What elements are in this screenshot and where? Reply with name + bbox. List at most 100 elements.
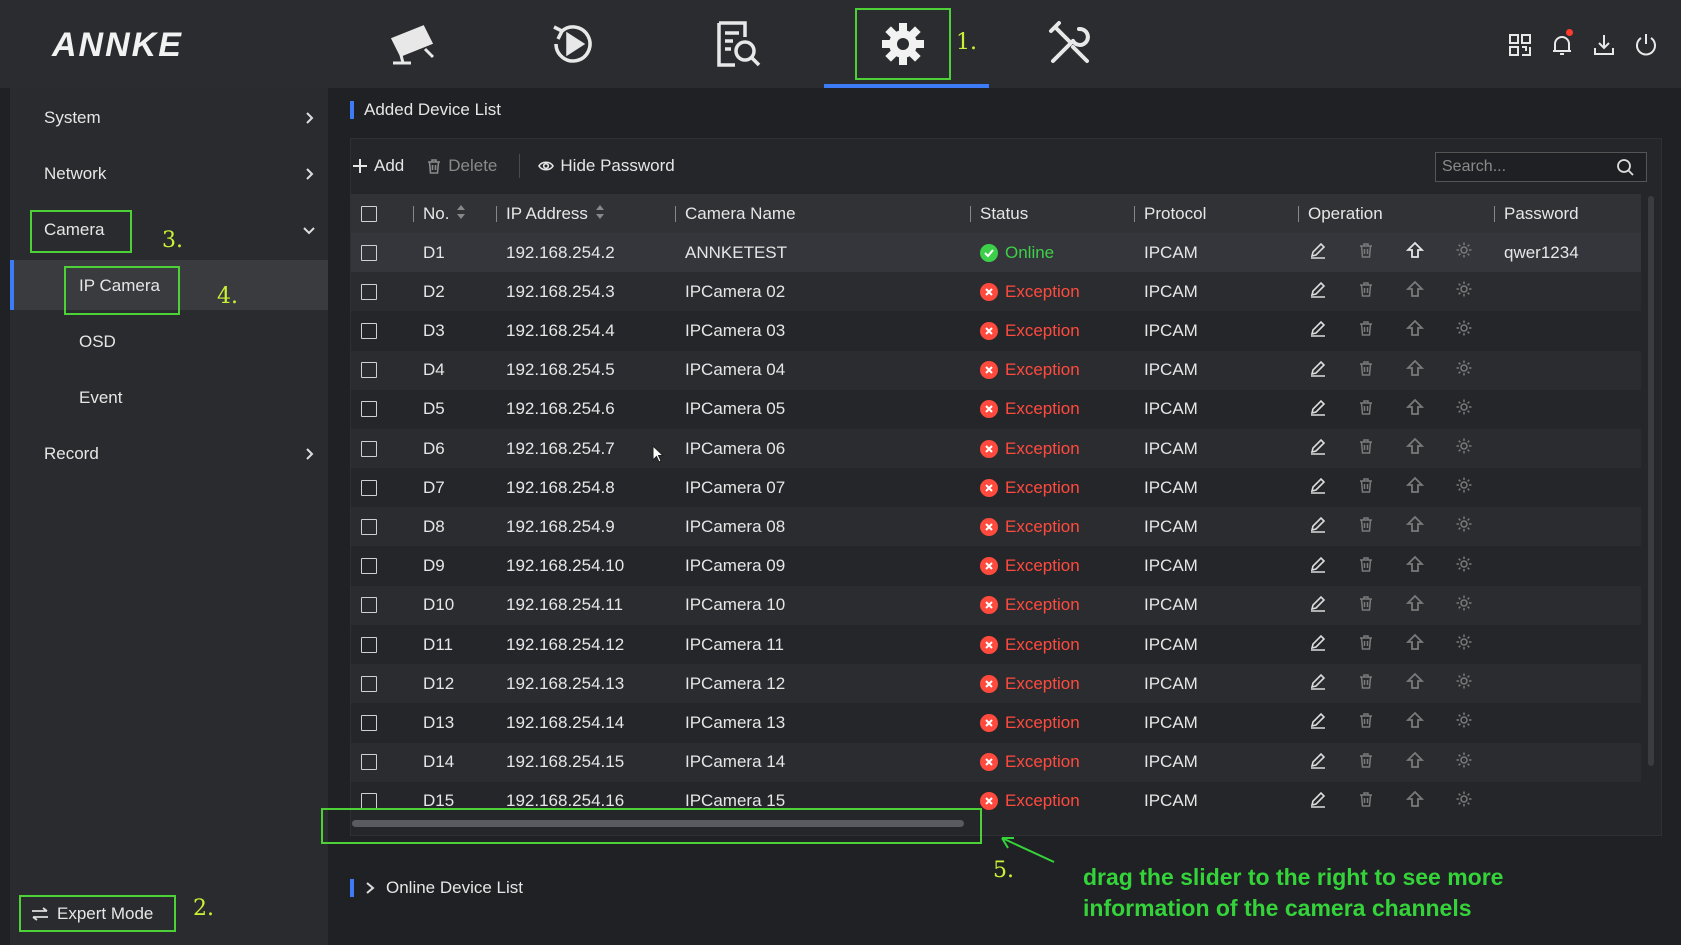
upgrade-button[interactable] — [1405, 272, 1425, 311]
upgrade-button[interactable] — [1405, 311, 1425, 350]
settings-button[interactable] — [1455, 703, 1473, 742]
edit-button[interactable] — [1309, 507, 1327, 546]
table-row[interactable]: D8 192.168.254.9 IPCamera 08 Exception IPCAM — [351, 507, 1641, 547]
edit-button[interactable] — [1309, 272, 1327, 311]
sidebar-item-event[interactable]: Event — [79, 388, 122, 408]
delete-row-button[interactable] — [1357, 272, 1375, 311]
table-row[interactable]: D9 192.168.254.10 IPCamera 09 Exception IPCA… — [351, 546, 1641, 586]
row-checkbox[interactable] — [361, 362, 377, 379]
notifications-button[interactable] — [1549, 32, 1575, 58]
settings-button[interactable] — [1455, 782, 1473, 814]
edit-button[interactable] — [1309, 664, 1327, 703]
edit-button[interactable] — [1309, 547, 1327, 586]
delete-row-button[interactable] — [1357, 311, 1375, 350]
nav-configuration[interactable] — [855, 8, 951, 80]
download-button[interactable] — [1591, 32, 1617, 58]
delete-row-button[interactable] — [1357, 390, 1375, 429]
row-checkbox[interactable] — [361, 244, 377, 261]
sidebar-item-system[interactable]: System — [44, 108, 101, 128]
table-row[interactable]: D12 192.168.254.13 IPCamera 12 Exception IPC… — [351, 664, 1641, 704]
nav-maintenance[interactable] — [1022, 8, 1118, 80]
row-checkbox[interactable] — [361, 322, 377, 339]
upgrade-button[interactable] — [1405, 429, 1425, 468]
delete-row-button[interactable] — [1357, 625, 1375, 664]
delete-row-button[interactable] — [1357, 507, 1375, 546]
delete-row-button[interactable] — [1357, 664, 1375, 703]
settings-button[interactable] — [1455, 272, 1473, 311]
nav-live-view[interactable] — [364, 8, 460, 80]
row-checkbox[interactable] — [361, 793, 377, 810]
edit-button[interactable] — [1309, 311, 1327, 350]
settings-button[interactable] — [1455, 390, 1473, 429]
sidebar-item-record[interactable]: Record — [44, 444, 99, 464]
row-checkbox[interactable] — [361, 518, 377, 535]
settings-button[interactable] — [1455, 311, 1473, 350]
select-all-checkbox[interactable] — [361, 205, 377, 222]
edit-button[interactable] — [1309, 625, 1327, 664]
power-button[interactable] — [1633, 32, 1659, 58]
nav-playback[interactable] — [525, 8, 621, 80]
delete-row-button[interactable] — [1357, 547, 1375, 586]
delete-row-button[interactable] — [1357, 351, 1375, 390]
edit-button[interactable] — [1309, 390, 1327, 429]
table-row[interactable]: D3 192.168.254.4 IPCamera 03 Exception IPCAM — [351, 311, 1641, 351]
table-row[interactable]: D14 192.168.254.15 IPCamera 14 Exception IPC… — [351, 742, 1641, 782]
search-input[interactable] — [1436, 158, 1616, 176]
upgrade-button[interactable] — [1405, 351, 1425, 390]
upgrade-button[interactable] — [1405, 468, 1425, 507]
expert-mode-button[interactable]: Expert Mode — [19, 895, 176, 932]
delete-row-button[interactable] — [1357, 586, 1375, 625]
row-checkbox[interactable] — [361, 636, 377, 653]
edit-button[interactable] — [1309, 703, 1327, 742]
upgrade-button[interactable] — [1405, 586, 1425, 625]
table-row[interactable]: D5 192.168.254.6 IPCamera 05 Exception IPCAM — [351, 389, 1641, 429]
edit-button[interactable] — [1309, 429, 1327, 468]
add-button[interactable]: Add — [352, 156, 404, 176]
online-device-list-toggle[interactable]: Online Device List — [350, 878, 523, 898]
edit-button[interactable] — [1309, 233, 1327, 272]
settings-button[interactable] — [1455, 743, 1473, 782]
upgrade-button[interactable] — [1405, 782, 1425, 814]
vertical-scrollbar[interactable] — [1648, 196, 1654, 766]
delete-row-button[interactable] — [1357, 782, 1375, 814]
nav-search[interactable] — [690, 8, 786, 80]
settings-button[interactable] — [1455, 233, 1473, 272]
settings-button[interactable] — [1455, 507, 1473, 546]
settings-button[interactable] — [1455, 625, 1473, 664]
search-icon[interactable] — [1616, 158, 1634, 176]
row-checkbox[interactable] — [361, 440, 377, 457]
sidebar-item-network[interactable]: Network — [44, 164, 106, 184]
upgrade-button[interactable] — [1405, 625, 1425, 664]
delete-row-button[interactable] — [1357, 743, 1375, 782]
upgrade-button[interactable] — [1405, 547, 1425, 586]
upgrade-button[interactable] — [1405, 233, 1425, 272]
settings-button[interactable] — [1455, 664, 1473, 703]
delete-row-button[interactable] — [1357, 429, 1375, 468]
settings-button[interactable] — [1455, 468, 1473, 507]
row-checkbox[interactable] — [361, 479, 377, 496]
row-checkbox[interactable] — [361, 714, 377, 731]
settings-button[interactable] — [1455, 547, 1473, 586]
settings-button[interactable] — [1455, 351, 1473, 390]
upgrade-button[interactable] — [1405, 743, 1425, 782]
edit-button[interactable] — [1309, 782, 1327, 814]
qr-code-button[interactable] — [1507, 32, 1533, 58]
table-row[interactable]: D4 192.168.254.5 IPCamera 04 Exception IPCAM — [351, 350, 1641, 390]
delete-button[interactable]: Delete — [426, 156, 497, 176]
delete-row-button[interactable] — [1357, 233, 1375, 272]
row-checkbox[interactable] — [361, 558, 377, 575]
settings-button[interactable] — [1455, 429, 1473, 468]
table-row[interactable]: D6 192.168.254.7 IPCamera 06 Exception IPCAM — [351, 429, 1641, 468]
edit-button[interactable] — [1309, 586, 1327, 625]
row-checkbox[interactable] — [361, 675, 377, 692]
table-row[interactable]: D13 192.168.254.14 IPCamera 13 Exception IPC… — [351, 703, 1641, 743]
edit-button[interactable] — [1309, 468, 1327, 507]
edit-button[interactable] — [1309, 351, 1327, 390]
table-row[interactable]: D1 192.168.254.2 ANNKETEST Online IPCAM qwer1… — [351, 233, 1641, 272]
delete-row-button[interactable] — [1357, 703, 1375, 742]
row-checkbox[interactable] — [361, 283, 377, 300]
settings-button[interactable] — [1455, 586, 1473, 625]
sidebar-item-osd[interactable]: OSD — [79, 332, 116, 352]
delete-row-button[interactable] — [1357, 468, 1375, 507]
row-checkbox[interactable] — [361, 597, 377, 614]
